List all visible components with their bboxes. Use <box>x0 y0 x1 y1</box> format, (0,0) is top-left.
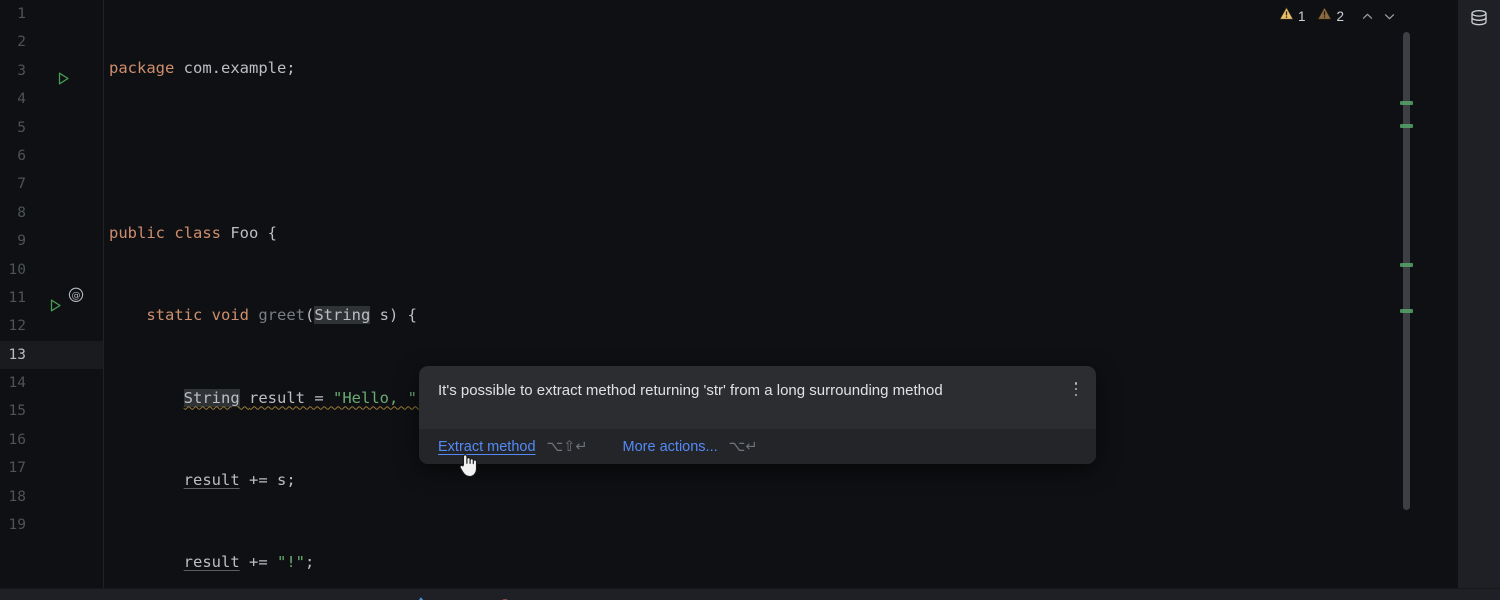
popup-body: It's possible to extract method returnin… <box>419 366 1096 429</box>
warning-indicator[interactable]: 1 <box>1279 6 1306 26</box>
right-tool-strip[interactable] <box>1458 0 1500 588</box>
intention-action-popup[interactable]: It's possible to extract method returnin… <box>419 366 1096 464</box>
line-number: 15 <box>8 403 26 420</box>
mouse-cursor-pointing-hand <box>458 452 480 478</box>
gutter-line: 15 <box>0 397 103 425</box>
gutter-line: 19 <box>0 511 103 539</box>
extract-method-link[interactable]: Extract method <box>438 439 536 455</box>
next-highlight-button[interactable] <box>1378 5 1400 27</box>
weak-warning-count: 2 <box>1336 8 1344 24</box>
warning-triangle-icon <box>1279 6 1294 26</box>
code-line-2[interactable] <box>104 136 1455 164</box>
line-number: 18 <box>8 488 26 505</box>
gutter-line: 17 <box>0 454 103 482</box>
code-line-6[interactable]: result += s; <box>104 466 1455 494</box>
svg-text:@: @ <box>72 291 81 301</box>
extract-method-shortcut: ⌥⇧↵ <box>546 438 588 455</box>
line-number: 4 <box>17 91 26 108</box>
line-number: 9 <box>17 233 26 250</box>
code-line-7[interactable]: result += "!"; <box>104 548 1455 576</box>
weak-warning-triangle-icon <box>1317 6 1332 26</box>
line-number: 1 <box>17 6 26 22</box>
more-actions-link[interactable]: More actions... <box>623 439 718 455</box>
popup-actions-bar: Extract method ⌥⇧↵ More actions... ⌥↵ <box>419 429 1096 464</box>
gutter-line: 5 <box>0 114 103 142</box>
gutter-line: 3 <box>0 57 103 85</box>
gutter-line: 12 <box>0 312 103 340</box>
line-number: 8 <box>17 204 26 221</box>
vcs-change-marker[interactable] <box>1400 309 1413 313</box>
gutter-line: 16 <box>0 426 103 454</box>
line-number: 14 <box>8 375 26 392</box>
gutter-line: 7 <box>0 170 103 198</box>
more-actions-shortcut: ⌥↵ <box>728 438 758 455</box>
line-number: 2 <box>17 34 26 51</box>
token-highlighted-identifier: String <box>314 306 371 325</box>
ide-window: 1 2 3 4 5 6 7 8 9 10 11 @ 12 13 14 15 16… <box>0 0 1500 600</box>
line-number: 3 <box>17 62 26 79</box>
gutter-line: 4 <box>0 85 103 113</box>
code-line-4[interactable]: static void greet(String s) { <box>104 301 1455 329</box>
gutter-line: 8 <box>0 199 103 227</box>
weak-warning-indicator[interactable]: 2 <box>1317 6 1344 26</box>
token-string: "Hello, " <box>333 388 417 407</box>
vcs-change-marker[interactable] <box>1400 124 1413 128</box>
line-number: 17 <box>8 460 26 477</box>
gutter-line: 9 <box>0 227 103 255</box>
database-icon[interactable] <box>1467 7 1491 35</box>
line-number: 12 <box>8 318 26 335</box>
code-line-3[interactable]: public class Foo { <box>104 219 1455 247</box>
editor-scrollbar[interactable] <box>1400 0 1413 588</box>
token-string: "!" <box>276 553 305 572</box>
gutter-line: 13 <box>0 340 103 370</box>
line-number: 5 <box>17 119 26 136</box>
code-line-1[interactable]: package com.example; <box>104 54 1455 82</box>
gutter-line: 2 <box>0 28 103 56</box>
gutter-line: 18 <box>0 483 103 511</box>
inspection-widget[interactable]: 1 2 <box>1279 4 1400 28</box>
popup-message: It's possible to extract method returnin… <box>438 382 943 399</box>
code-editor[interactable]: 1 2 3 4 5 6 7 8 9 10 11 @ 12 13 14 15 16… <box>0 0 1455 588</box>
line-number: 6 <box>17 147 26 164</box>
gutter-line: 14 <box>0 369 103 397</box>
previous-highlight-button[interactable] <box>1356 5 1378 27</box>
line-number: 10 <box>8 261 26 278</box>
line-number: 11 <box>8 289 26 306</box>
code-text-area[interactable]: package com.example; public class Foo { … <box>104 0 1455 588</box>
annotation-at-icon[interactable]: @ <box>68 284 84 312</box>
line-number: 16 <box>8 431 26 448</box>
status-bar-icon-right[interactable] <box>496 595 514 600</box>
kebab-menu-icon[interactable] <box>1069 380 1083 398</box>
token-local-var: result <box>249 388 305 407</box>
token-keyword: package <box>109 59 175 77</box>
token-method-decl: greet <box>258 306 305 325</box>
warning-count: 1 <box>1297 8 1306 24</box>
line-number: 7 <box>17 176 26 193</box>
line-number-current: 13 <box>8 346 26 363</box>
gutter-line: 6 <box>0 142 103 170</box>
status-bar[interactable] <box>0 588 1500 600</box>
gutter-line: 1 <box>0 0 103 28</box>
status-bar-icon-left[interactable] <box>412 595 430 600</box>
editor-gutter[interactable]: 1 2 3 4 5 6 7 8 9 10 11 @ 12 13 14 15 16… <box>0 0 104 588</box>
gutter-line: 11 @ <box>0 284 103 312</box>
line-number: 19 <box>8 517 26 534</box>
gutter-line: 10 <box>0 256 103 284</box>
vcs-change-marker[interactable] <box>1400 263 1413 267</box>
vcs-change-marker[interactable] <box>1400 101 1413 105</box>
